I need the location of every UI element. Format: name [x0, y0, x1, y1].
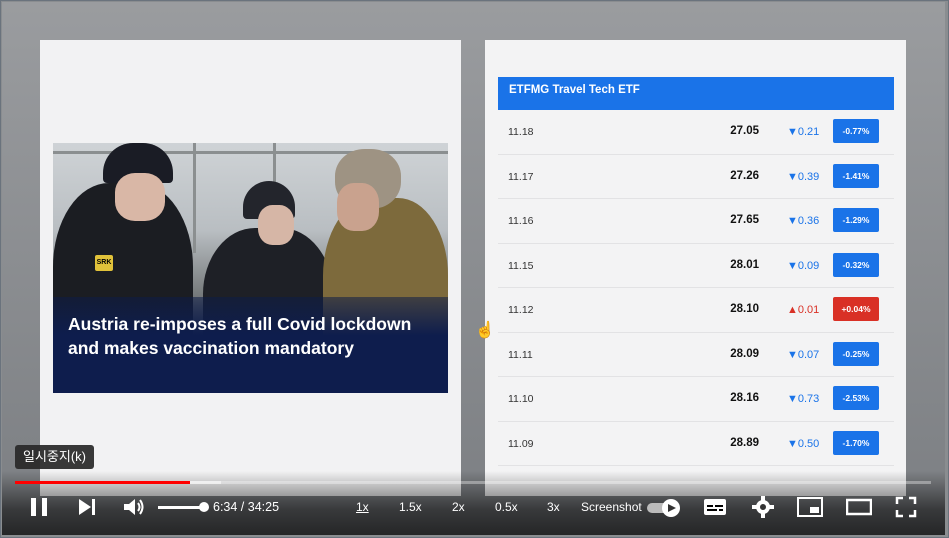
pause-button[interactable] — [27, 495, 51, 519]
speed-3x-button[interactable]: 3x — [547, 500, 560, 514]
table-row: 11.18 27.05 ▼0.21 -0.77% — [498, 110, 894, 155]
toggle-play-icon — [647, 499, 680, 517]
blurred-face — [258, 205, 294, 245]
volume-icon — [124, 499, 144, 515]
row-date: 11.17 — [508, 170, 534, 183]
next-button[interactable] — [76, 496, 98, 518]
row-price: 28.10 — [730, 303, 759, 315]
row-percent-badge: -0.77% — [833, 119, 879, 143]
row-date: 11.10 — [508, 393, 534, 405]
row-price: 27.65 — [730, 214, 759, 226]
row-price: 28.16 — [730, 392, 759, 404]
headline-banner: Austria re-imposes a full Covid lockdown… — [53, 297, 448, 393]
row-change: ▼0.50 — [787, 437, 820, 450]
row-percent-badge: -0.32% — [833, 252, 879, 277]
pause-tooltip: 일시중지(k) — [15, 445, 94, 469]
table-title: ETFMG Travel Tech ETF — [498, 77, 894, 110]
hand-cursor-icon: ☝ — [475, 322, 495, 339]
row-price: 27.05 — [730, 125, 759, 137]
row-percent-badge: +0.04% — [833, 297, 879, 321]
row-price: 28.89 — [730, 436, 759, 449]
row-change: ▼0.07 — [787, 348, 820, 361]
screenshot-label: Screenshot — [581, 500, 642, 514]
row-percent-badge: -0.25% — [833, 341, 879, 366]
news-photo: SRK Austria re-imposes a full Covid lock… — [53, 143, 448, 393]
row-change: ▼0.36 — [787, 215, 820, 227]
row-date: 11.15 — [508, 259, 534, 272]
fullscreen-button[interactable] — [895, 496, 917, 518]
volume-slider[interactable] — [158, 502, 209, 512]
video-frame[interactable]: SRK Austria re-imposes a full Covid lock… — [2, 2, 945, 535]
speed-1-5x-button[interactable]: 1.5x — [399, 500, 422, 514]
speed-1x-button[interactable]: 1x — [356, 500, 369, 514]
row-percent-badge: -1.29% — [833, 208, 879, 232]
speed-0-5x-button[interactable]: 0.5x — [495, 500, 518, 514]
mute-button[interactable] — [122, 496, 146, 518]
row-price: 28.09 — [730, 347, 759, 360]
gear-icon — [752, 496, 774, 518]
table-row: 11.15 28.01 ▼0.09 -0.32% — [498, 244, 894, 288]
table-row: 11.11 28.09 ▼0.07 -0.25% — [498, 333, 894, 377]
row-change: ▼0.39 — [787, 170, 820, 183]
row-change: ▼0.73 — [787, 393, 820, 405]
miniplayer-icon — [797, 497, 823, 517]
theater-mode-button[interactable] — [845, 498, 873, 516]
row-date: 11.16 — [508, 215, 534, 227]
table-body: 11.18 27.05 ▼0.21 -0.77% 11.17 27.26 ▼0.39 -1.4… — [498, 110, 894, 466]
uniform-badge: SRK — [95, 255, 113, 271]
miniplayer-button[interactable] — [797, 497, 823, 517]
row-change: ▼0.09 — [787, 259, 820, 272]
row-change: ▲0.01 — [787, 304, 820, 316]
pause-icon — [31, 498, 47, 516]
blurred-face — [115, 173, 165, 221]
news-slide: SRK Austria re-imposes a full Covid lock… — [40, 40, 461, 496]
blurred-face — [337, 183, 379, 231]
screenshot-toggle[interactable] — [647, 499, 681, 517]
table-row: 11.10 28.16 ▼0.73 -2.53% — [498, 377, 894, 422]
headline-text: Austria re-imposes a full Covid lockdown… — [68, 314, 412, 358]
row-change: ▼0.21 — [787, 126, 820, 138]
table-row: 11.09 28.89 ▼0.50 -1.70% — [498, 422, 894, 466]
video-player: SRK Austria re-imposes a full Covid lock… — [0, 0, 949, 538]
subtitles-icon — [704, 499, 726, 515]
settings-button[interactable] — [752, 496, 774, 518]
time-display: 6:34 / 34:25 — [213, 500, 280, 514]
skip-next-icon — [79, 499, 95, 515]
theater-mode-icon — [845, 498, 873, 516]
speed-2x-button[interactable]: 2x — [452, 500, 465, 514]
row-date: 11.18 — [508, 126, 534, 138]
row-price: 28.01 — [730, 258, 759, 271]
row-date: 11.12 — [508, 304, 534, 316]
photo-beam — [193, 143, 196, 253]
table-row: 11.12 28.10 ▲0.01 +0.04% — [498, 288, 894, 333]
progress-bar[interactable] — [15, 481, 931, 484]
row-date: 11.11 — [508, 348, 533, 361]
row-percent-badge: -2.53% — [833, 386, 879, 410]
subtitles-button[interactable] — [703, 497, 727, 517]
table-row: 11.16 27.65 ▼0.36 -1.29% — [498, 199, 894, 244]
fullscreen-icon — [895, 496, 917, 518]
row-percent-badge: -1.70% — [833, 430, 879, 455]
row-price: 27.26 — [730, 169, 759, 182]
row-date: 11.09 — [508, 437, 534, 450]
row-percent-badge: -1.41% — [833, 163, 879, 188]
volume-handle[interactable] — [199, 502, 209, 512]
etf-table-slide: ETFMG Travel Tech ETF 11.18 27.05 ▼0.21 -0.… — [485, 40, 906, 496]
progress-played — [15, 481, 190, 484]
table-row: 11.17 27.26 ▼0.39 -1.41% — [498, 155, 894, 199]
